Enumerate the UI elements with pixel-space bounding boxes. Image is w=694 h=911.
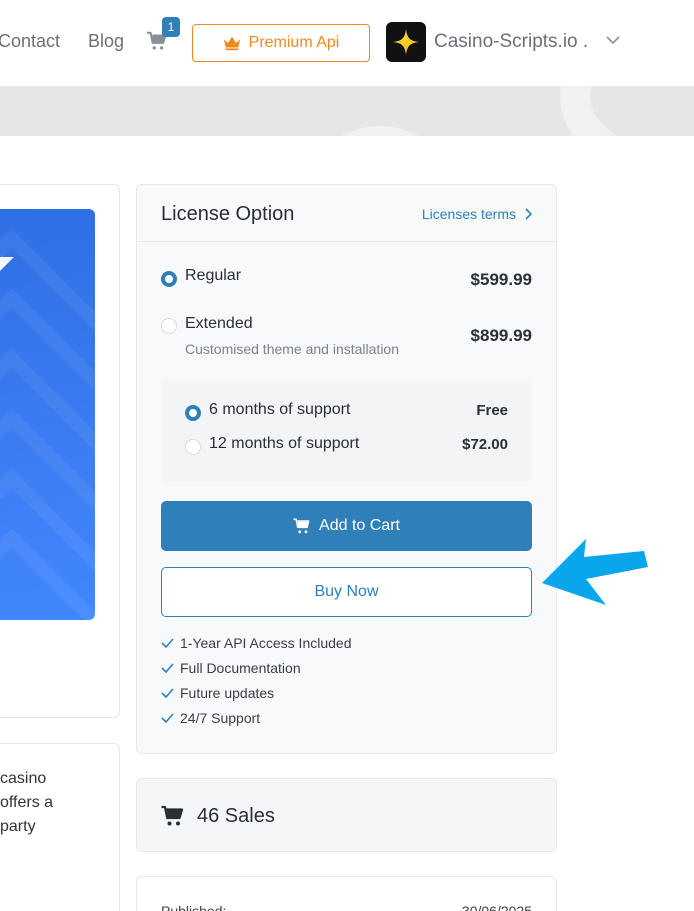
- product-meta-card: Published: 30/06/2025: [136, 876, 557, 911]
- buy-now-label: Buy Now: [314, 583, 379, 600]
- feature-label: 1-Year API Access Included: [180, 635, 352, 651]
- description-text-line: offers a: [0, 794, 54, 811]
- extended-license-subtitle: Customised theme and installation: [185, 341, 400, 357]
- description-text-line: party: [0, 818, 36, 835]
- arrow-left-annotation-icon: [542, 539, 648, 605]
- cart-icon: [293, 518, 310, 534]
- feature-label: 24/7 Support: [180, 710, 261, 726]
- published-label: Published:: [161, 903, 227, 911]
- check-icon: [161, 713, 174, 723]
- feature-item: Full Documentation: [161, 660, 301, 676]
- crown-icon: [223, 36, 240, 51]
- feature-item: 24/7 Support: [161, 710, 260, 726]
- premium-api-button[interactable]: Premium Api: [192, 24, 370, 62]
- feature-item: Future updates: [161, 685, 274, 701]
- support-6-months-label[interactable]: 6 months of support: [209, 401, 350, 419]
- site-logo[interactable]: [386, 22, 426, 62]
- nav-contact-link[interactable]: Contact: [0, 31, 60, 52]
- support-6-months-radio[interactable]: [185, 405, 201, 421]
- top-navbar: Contact Blog 1 Premium Api Casino-Script…: [0, 0, 694, 86]
- hero-banner: [0, 86, 694, 136]
- regular-license-radio[interactable]: [161, 271, 177, 287]
- published-date: 30/06/2025: [461, 903, 532, 911]
- premium-api-label: Premium Api: [248, 34, 340, 51]
- add-to-cart-button[interactable]: Add to Cart: [161, 501, 532, 551]
- nav-blog-link[interactable]: Blog: [88, 31, 124, 52]
- support-12-months-label[interactable]: 12 months of support: [209, 435, 359, 453]
- sales-count-text: 46 Sales: [197, 805, 275, 827]
- cart-icon: [161, 805, 184, 826]
- sparkle-star-icon: [393, 29, 419, 55]
- check-icon: [161, 663, 174, 673]
- support-options-box: 6 months of support Free 12 months of su…: [161, 380, 532, 482]
- sales-count-card: 46 Sales: [136, 778, 557, 852]
- description-text-line: casino: [0, 770, 47, 787]
- feature-label: Future updates: [180, 685, 275, 701]
- product-preview-image[interactable]: [0, 209, 95, 620]
- regular-license-price: $599.99: [470, 270, 532, 289]
- license-option-card: License Option Licenses terms Regular $5…: [136, 184, 557, 754]
- feature-item: 1-Year API Access Included: [161, 635, 351, 651]
- buy-now-button[interactable]: Buy Now: [161, 567, 532, 617]
- feature-label: Full Documentation: [180, 660, 301, 676]
- cart-count-badge: 1: [162, 17, 180, 37]
- support-6-months-price: Free: [476, 402, 508, 419]
- license-option-title: License Option: [161, 203, 295, 225]
- chevron-down-icon[interactable]: [605, 34, 621, 46]
- site-name[interactable]: Casino-Scripts.io .: [434, 31, 588, 53]
- check-icon: [161, 638, 174, 648]
- regular-license-label[interactable]: Regular: [185, 267, 241, 285]
- chevron-right-icon: [525, 208, 532, 220]
- extended-license-price: $899.99: [470, 326, 532, 345]
- extended-license-radio[interactable]: [161, 318, 177, 334]
- licenses-terms-label: Licenses terms: [421, 206, 516, 222]
- extended-license-label[interactable]: Extended: [185, 315, 253, 333]
- support-12-months-price: $72.00: [462, 436, 508, 453]
- licenses-terms-link[interactable]: Licenses terms: [422, 206, 532, 222]
- support-12-months-radio[interactable]: [185, 439, 201, 455]
- license-card-header: License Option Licenses terms: [137, 185, 556, 242]
- add-to-cart-label: Add to Cart: [319, 517, 400, 534]
- check-icon: [161, 688, 174, 698]
